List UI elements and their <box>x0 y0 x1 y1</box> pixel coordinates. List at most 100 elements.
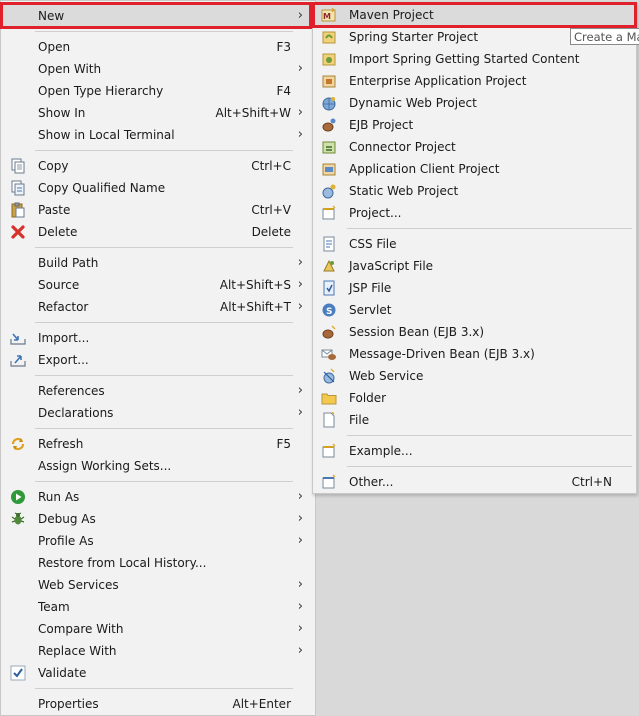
chevron-right-icon: › <box>297 621 303 636</box>
menu-item-show-in[interactable]: Show In Alt+Shift+W › <box>1 102 315 124</box>
menu-label: Import... <box>38 331 90 345</box>
submenu-item-example[interactable]: Example... <box>313 440 636 462</box>
menu-item-team[interactable]: Team › <box>1 596 315 618</box>
menu-item-export[interactable]: Export... <box>1 349 315 371</box>
menu-item-delete[interactable]: Delete Delete <box>1 221 315 243</box>
folder-icon <box>321 393 337 405</box>
menu-label: Open <box>38 40 71 54</box>
menu-label: Folder <box>349 391 387 405</box>
submenu-item-folder[interactable]: Folder <box>313 387 636 409</box>
submenu-item-servlet[interactable]: S Servlet <box>313 299 636 321</box>
menu-item-profile-as[interactable]: Profile As › <box>1 530 315 552</box>
menu-item-replace-with[interactable]: Replace With › <box>1 640 315 662</box>
separator <box>35 247 293 248</box>
menu-item-copy-qualified-name[interactable]: Copy Qualified Name <box>1 177 315 199</box>
menu-item-validate[interactable]: Validate <box>1 662 315 684</box>
menu-item-references[interactable]: References › <box>1 380 315 402</box>
menu-item-refactor[interactable]: Refactor Alt+Shift+T › <box>1 296 315 318</box>
separator <box>347 466 632 467</box>
menu-item-declarations[interactable]: Declarations › <box>1 402 315 424</box>
menu-item-debug-as[interactable]: Debug As › <box>1 508 315 530</box>
menu-item-compare-with[interactable]: Compare With › <box>1 618 315 640</box>
shortcut: Ctrl+N <box>571 475 612 489</box>
submenu-item-import-spring-getting-started[interactable]: Import Spring Getting Started Content <box>313 48 636 70</box>
example-icon <box>322 443 336 458</box>
copy-icon <box>11 158 25 174</box>
submenu-item-javascript-file[interactable]: JavaScript File <box>313 255 636 277</box>
shortcut: F3 <box>276 40 291 54</box>
menu-item-source[interactable]: Source Alt+Shift+S › <box>1 274 315 296</box>
menu-item-new[interactable]: New › <box>1 5 315 27</box>
menu-item-assign-working-sets[interactable]: Assign Working Sets... <box>1 455 315 477</box>
menu-label: Servlet <box>349 303 392 317</box>
menu-item-open-with[interactable]: Open With › <box>1 58 315 80</box>
separator <box>35 481 293 482</box>
menu-label: Other... <box>349 475 394 489</box>
submenu-item-session-bean[interactable]: Session Bean (EJB 3.x) <box>313 321 636 343</box>
menu-item-web-services[interactable]: Web Services › <box>1 574 315 596</box>
chevron-right-icon: › <box>297 61 303 76</box>
submenu-item-css-file[interactable]: CSS File <box>313 233 636 255</box>
menu-item-run-as[interactable]: Run As › <box>1 486 315 508</box>
menu-item-import[interactable]: Import... <box>1 327 315 349</box>
chevron-right-icon: › <box>297 383 303 398</box>
menu-item-build-path[interactable]: Build Path › <box>1 252 315 274</box>
session-bean-icon <box>322 325 336 339</box>
menu-item-open-type-hierarchy[interactable]: Open Type Hierarchy F4 <box>1 80 315 102</box>
menu-label: Example... <box>349 444 413 458</box>
menu-label: Build Path <box>38 256 99 270</box>
submenu-item-enterprise-application-project[interactable]: Enterprise Application Project <box>313 70 636 92</box>
file-icon <box>323 412 335 428</box>
spring-import-icon <box>322 53 336 66</box>
menu-item-paste[interactable]: Paste Ctrl+V <box>1 199 315 221</box>
menu-label: Validate <box>38 666 87 680</box>
jsp-file-icon <box>323 280 335 296</box>
menu-item-open[interactable]: Open F3 <box>1 36 315 58</box>
context-menu: New › Open F3 Open With › Open Type Hier… <box>0 0 316 716</box>
menu-item-copy[interactable]: Copy Ctrl+C <box>1 155 315 177</box>
chevron-right-icon: › <box>297 599 303 614</box>
submenu-item-project[interactable]: Project... <box>313 202 636 224</box>
submenu-item-ejb-project[interactable]: EJB Project <box>313 114 636 136</box>
menu-label: Message-Driven Bean (EJB 3.x) <box>349 347 535 361</box>
export-icon <box>10 355 26 367</box>
submenu-item-message-driven-bean[interactable]: Message-Driven Bean (EJB 3.x) <box>313 343 636 365</box>
menu-item-properties[interactable]: Properties Alt+Enter <box>1 693 315 715</box>
submenu-item-maven-project[interactable]: M Maven Project <box>313 4 636 26</box>
css-file-icon <box>323 236 335 252</box>
submenu-item-static-web-project[interactable]: Static Web Project <box>313 180 636 202</box>
submenu-item-file[interactable]: File <box>313 409 636 431</box>
shortcut: F4 <box>276 84 291 98</box>
menu-label: Source <box>38 278 80 292</box>
menu-label: JSP File <box>349 281 392 295</box>
shortcut: Alt+Shift+S <box>219 278 291 292</box>
menu-item-show-in-local-terminal[interactable]: Show in Local Terminal › <box>1 124 315 146</box>
menu-label: Copy Qualified Name <box>38 181 166 195</box>
submenu-item-jsp-file[interactable]: JSP File <box>313 277 636 299</box>
static-web-icon <box>322 184 336 199</box>
menu-label: Compare With <box>38 622 124 636</box>
svg-text:S: S <box>326 307 332 317</box>
chevron-right-icon: › <box>297 299 303 314</box>
submenu-item-application-client-project[interactable]: Application Client Project <box>313 158 636 180</box>
debug-bug-icon <box>11 512 25 525</box>
menu-label: Import Spring Getting Started Content <box>349 52 580 66</box>
menu-label: Static Web Project <box>349 184 459 198</box>
menu-label: Connector Project <box>349 140 456 154</box>
separator <box>35 150 293 151</box>
separator <box>35 31 293 32</box>
submenu-item-other[interactable]: Other... Ctrl+N <box>313 471 636 493</box>
menu-item-refresh[interactable]: Refresh F5 <box>1 433 315 455</box>
submenu-item-dynamic-web-project[interactable]: Dynamic Web Project <box>313 92 636 114</box>
submenu-item-web-service[interactable]: Web Service <box>313 365 636 387</box>
new-project-icon <box>322 205 336 220</box>
menu-label: Declarations <box>38 406 114 420</box>
menu-item-restore-from-local-history[interactable]: Restore from Local History... <box>1 552 315 574</box>
separator <box>35 375 293 376</box>
submenu-item-connector-project[interactable]: Connector Project <box>313 136 636 158</box>
menu-label: Refactor <box>38 300 89 314</box>
web-service-icon <box>323 368 335 384</box>
menu-label: Open Type Hierarchy <box>38 84 164 98</box>
chevron-right-icon: › <box>297 489 303 504</box>
menu-label: Session Bean (EJB 3.x) <box>349 325 485 339</box>
